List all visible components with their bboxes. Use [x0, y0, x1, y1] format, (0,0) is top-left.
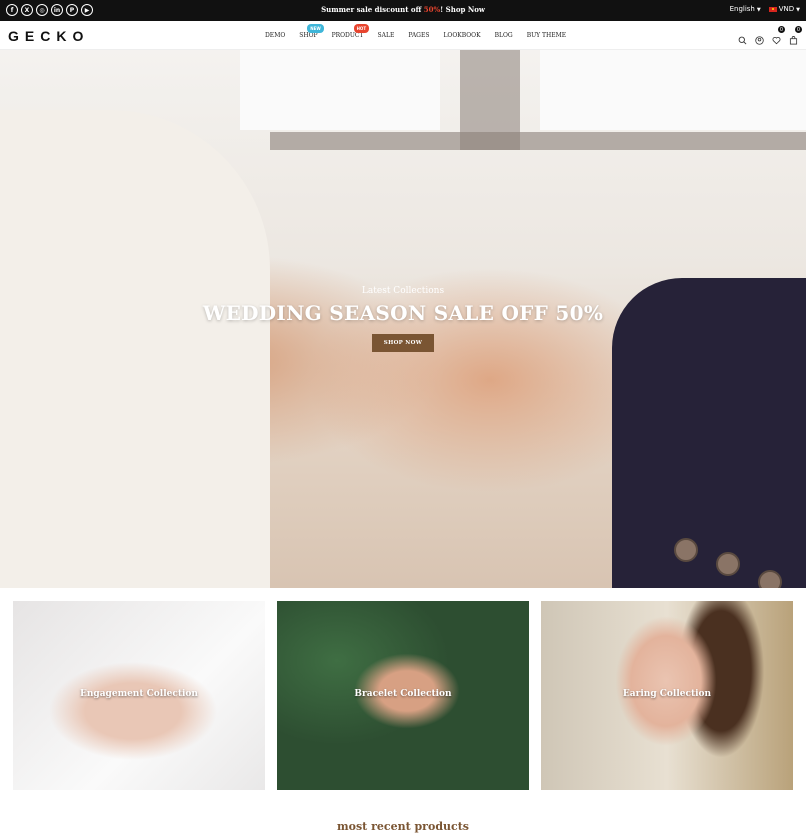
- nav-item-blog[interactable]: BLOG: [495, 32, 513, 39]
- promo-shop-now[interactable]: ! Shop Now: [440, 5, 485, 14]
- main-nav: DEMO NEW SHOP HOT PRODUCT SALE PAGES LOOKB…: [265, 24, 566, 39]
- collection-label: Bracelet Collection: [354, 689, 452, 699]
- window-frame: [270, 132, 806, 150]
- wishlist-icon[interactable]: 0: [772, 26, 785, 45]
- window-frame: [460, 50, 520, 150]
- collection-label: Earing Collection: [622, 689, 712, 699]
- chevron-down-icon: ▼: [756, 7, 761, 13]
- currency-select[interactable]: VND ▼: [768, 5, 800, 13]
- cart-count: 0: [795, 26, 802, 33]
- cart-icon[interactable]: 0: [789, 26, 802, 45]
- header-icons: 0 0: [738, 26, 802, 45]
- hero-banner: Latest Collections WEDDING SEASON SALE O…: [0, 50, 806, 588]
- dress-shape: [0, 110, 270, 588]
- site-logo[interactable]: GECKO: [8, 28, 89, 44]
- collection-label: Engagement Collection: [80, 689, 198, 699]
- promo-text: Summer sale discount off: [321, 5, 424, 14]
- nav-item-buy-theme[interactable]: BUY THEME: [527, 32, 566, 39]
- nav-item-demo[interactable]: DEMO: [265, 32, 285, 39]
- hero-subtitle: Latest Collections: [361, 286, 445, 296]
- vietnam-flag-icon: [768, 6, 777, 12]
- nav-item-shop[interactable]: NEW SHOP: [299, 24, 324, 39]
- site-header: GECKO DEMO NEW SHOP HOT PRODUCT SALE PAGES…: [0, 21, 806, 50]
- nav-item-lookbook[interactable]: LOOKBOOK: [443, 32, 480, 39]
- new-badge: NEW: [307, 24, 324, 33]
- collection-card-engagement[interactable]: Engagement Collection: [13, 601, 265, 790]
- window-pane: [240, 50, 440, 130]
- promo-message[interactable]: Summer sale discount off 50%! Shop Now: [0, 5, 806, 14]
- window-pane: [540, 50, 806, 130]
- nav-item-pages[interactable]: PAGES: [408, 32, 429, 39]
- chevron-down-icon: ▼: [796, 7, 800, 13]
- wishlist-count: 0: [778, 26, 785, 33]
- sleeve-button: [674, 538, 698, 562]
- collection-card-earing[interactable]: Earing Collection: [541, 601, 793, 790]
- promo-percent: 50%: [423, 5, 441, 14]
- language-select[interactable]: English ▼: [730, 5, 761, 13]
- collection-card-bracelet[interactable]: Bracelet Collection: [277, 601, 529, 790]
- sleeve-button: [758, 570, 782, 588]
- account-icon[interactable]: [755, 30, 764, 45]
- nav-item-product[interactable]: HOT PRODUCT: [332, 24, 370, 39]
- search-icon[interactable]: [738, 30, 747, 45]
- sleeve-button: [716, 552, 740, 576]
- nav-item-sale[interactable]: SALE: [378, 32, 395, 39]
- hot-badge: HOT: [353, 24, 370, 33]
- hero-title: WEDDING SEASON SALE OFF 50%: [202, 301, 604, 325]
- locale-switcher: English ▼ VND ▼: [730, 5, 800, 13]
- section-title: most recent products: [337, 820, 469, 833]
- shop-now-button[interactable]: SHOP NOW: [372, 334, 434, 352]
- top-announcement-bar: f X ◎ in P ▶ Summer sale discount off 50…: [0, 0, 806, 21]
